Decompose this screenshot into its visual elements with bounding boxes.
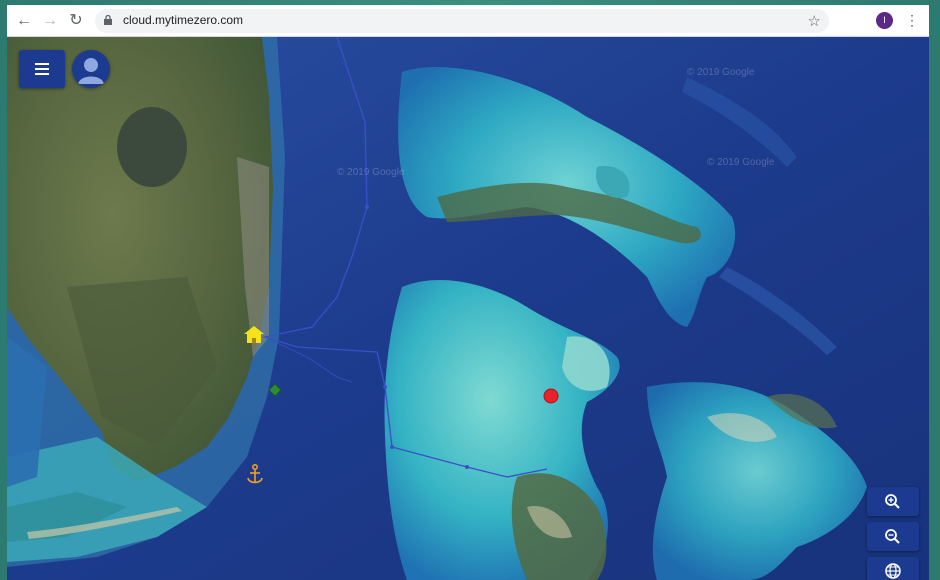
zoom-out-button[interactable] <box>867 522 919 551</box>
profile-initial: I <box>883 15 886 25</box>
reload-button[interactable]: ↻ <box>67 12 85 30</box>
zoom-out-icon <box>885 529 900 544</box>
globe-view-button[interactable] <box>867 557 919 580</box>
vessel-position-marker[interactable] <box>543 388 559 404</box>
profile-button[interactable]: I <box>876 12 893 29</box>
main-menu-button[interactable] <box>19 50 65 88</box>
browser-toolbar: ← → ↻ cloud.mytimezero.com ☆ I ⋮ <box>7 5 929 37</box>
browser-window: ← → ↻ cloud.mytimezero.com ☆ I ⋮ © 2019 … <box>7 5 929 580</box>
map-watermark: © 2019 Google <box>687 67 755 78</box>
address-bar[interactable]: cloud.mytimezero.com ☆ <box>95 9 829 33</box>
zoom-in-button[interactable] <box>867 487 919 516</box>
star-icon[interactable]: ☆ <box>808 12 821 30</box>
browser-menu-icon[interactable]: ⋮ <box>905 11 919 29</box>
hamburger-menu-icon <box>35 63 49 65</box>
globe-icon <box>885 563 901 579</box>
lock-icon <box>104 15 112 25</box>
map-watermark: © 2019 Google <box>337 167 405 178</box>
arrow-right-icon: → <box>42 12 58 29</box>
back-button[interactable]: ← <box>15 12 33 30</box>
arrow-left-icon: ← <box>16 12 32 29</box>
hamburger-menu-icon-bar <box>35 68 49 70</box>
map-canvas <box>7 37 929 580</box>
zoom-in-icon <box>885 494 900 509</box>
map-watermark: © 2019 Google <box>707 157 775 168</box>
satellite-map[interactable]: © 2019 Google © 2019 Google © 2019 Googl… <box>7 37 929 580</box>
forward-button[interactable]: → <box>41 12 59 30</box>
hamburger-menu-icon-bar <box>35 73 49 75</box>
url-text: cloud.mytimezero.com <box>123 13 244 27</box>
user-avatar-icon <box>78 58 104 84</box>
account-button[interactable] <box>72 50 110 88</box>
reload-icon: ↻ <box>69 12 83 29</box>
lake-okeechobee <box>117 107 187 187</box>
